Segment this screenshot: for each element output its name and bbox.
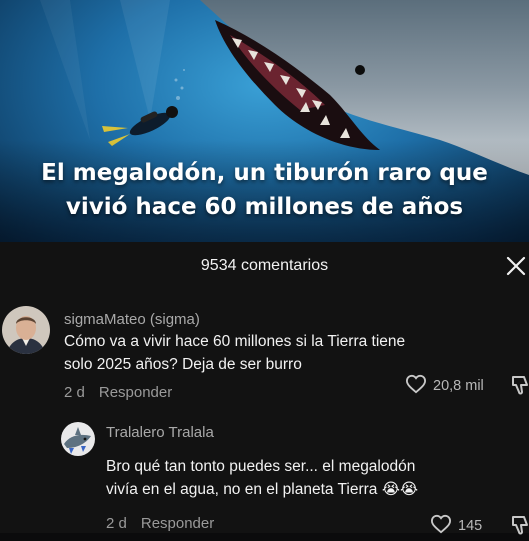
comment-text: Cómo va a vivir hace 60 millones si la T…: [64, 330, 405, 376]
comment-time: 2 d: [106, 515, 127, 532]
avatar-shark-icon: [61, 422, 95, 456]
comment-text-line: vivía en el agua, no en el planeta Tierr…: [106, 481, 418, 498]
reply-button[interactable]: Responder: [99, 384, 172, 401]
like-button[interactable]: 20,8 mil: [405, 374, 484, 394]
like-count: 145: [458, 518, 483, 534]
comments-sheet: 9534 comentarios sigmaMateo (sigma) Cómo…: [0, 242, 529, 535]
dislike-button[interactable]: [510, 374, 529, 401]
like-button[interactable]: 145: [430, 514, 482, 534]
heart-icon: [405, 374, 427, 394]
close-icon: [506, 256, 526, 276]
comment-time: 2 d: [64, 384, 85, 401]
comment-meta: 2 d Responder: [64, 384, 172, 401]
thumbs-down-icon: [512, 376, 528, 395]
avatar-portrait-icon: [2, 306, 50, 354]
like-count: 20,8 mil: [433, 378, 484, 394]
reply-button[interactable]: Responder: [141, 515, 214, 532]
dislike-button[interactable]: [510, 514, 529, 541]
caption-line-1: El megalodón, un tiburón raro que: [41, 160, 488, 186]
comment-text: Bro qué tan tonto puedes ser... el megal…: [106, 455, 418, 501]
video-player[interactable]: El megalodón, un tiburón raro que vivió …: [0, 0, 529, 242]
comment-text-line: solo 2025 años? Deja de ser burro: [64, 356, 302, 373]
heart-icon: [430, 514, 452, 534]
comment-text-line: Bro qué tan tonto puedes ser... el megal…: [106, 458, 416, 475]
comment-meta: 2 d Responder: [106, 515, 214, 532]
video-caption: El megalodón, un tiburón raro que vivió …: [0, 156, 529, 224]
avatar[interactable]: [2, 306, 50, 354]
comments-header: 9534 comentarios: [0, 242, 529, 290]
caption-line-2: vivió hace 60 millones de años: [65, 194, 464, 220]
comment-username[interactable]: sigmaMateo (sigma): [64, 311, 200, 328]
comment-count: 9534 comentarios: [200, 257, 329, 274]
comment-text-line: Cómo va a vivir hace 60 millones si la T…: [64, 333, 406, 350]
comment-username[interactable]: Tralalero Tralala: [106, 424, 214, 441]
close-button[interactable]: [503, 253, 529, 279]
avatar[interactable]: [61, 422, 95, 456]
